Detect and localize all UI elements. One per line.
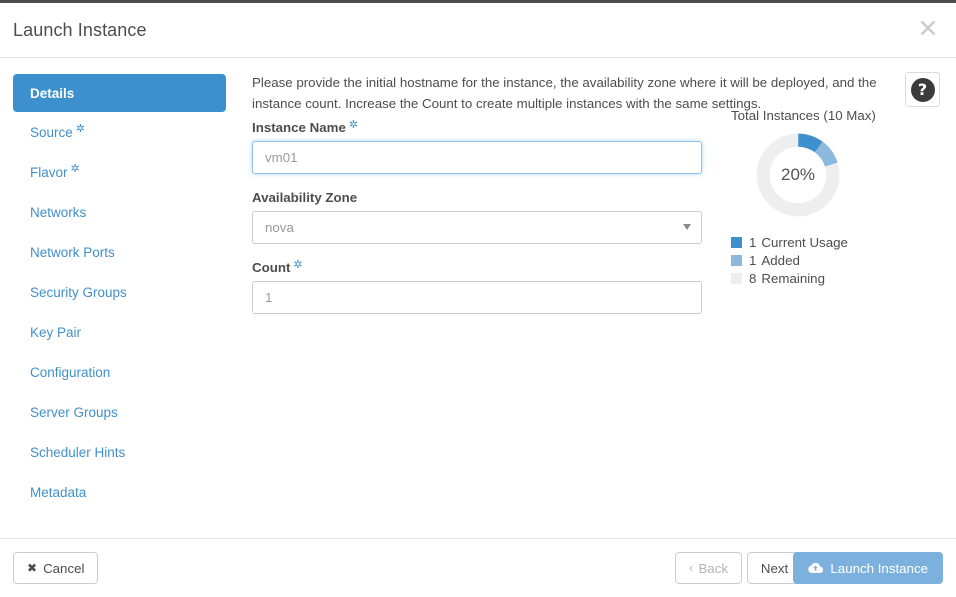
legend-swatch-icon xyxy=(731,237,742,248)
count-group: Count✲ xyxy=(252,260,704,314)
availability-zone-select-wrap xyxy=(252,211,702,244)
sidebar-item-label: Scheduler Hints xyxy=(30,445,125,460)
sidebar-item-label: Metadata xyxy=(30,485,86,500)
wizard-sidebar: Details Source ✲ Flavor ✲ Networks Netwo… xyxy=(0,58,240,512)
sidebar-item-metadata[interactable]: Metadata xyxy=(13,472,226,512)
required-asterisk-icon: ✲ xyxy=(293,258,302,271)
required-asterisk-icon: ✲ xyxy=(76,122,85,135)
count-label: Count✲ xyxy=(252,260,704,275)
instance-name-label: Instance Name✲ xyxy=(252,120,704,135)
sidebar-item-key-pair[interactable]: Key Pair xyxy=(13,312,226,352)
sidebar-item-label: Security Groups xyxy=(30,285,127,300)
close-icon[interactable]: ✕ xyxy=(914,15,942,43)
donut-legend: 1 Current Usage 1 Added 8 Remaining xyxy=(731,233,950,287)
modal-body: Details Source ✲ Flavor ✲ Networks Netwo… xyxy=(0,58,956,540)
sidebar-item-label: Details xyxy=(30,86,74,101)
close-x-icon: ✖ xyxy=(27,561,37,575)
sidebar-item-security-groups[interactable]: Security Groups xyxy=(13,272,226,312)
help-question-icon: ? xyxy=(911,78,935,102)
total-instances-donut-chart: 20% xyxy=(752,129,912,221)
required-asterisk-icon: ✲ xyxy=(349,118,358,131)
details-form: Instance Name✲ Availability Zone Co xyxy=(252,120,704,330)
label-text: Instance Name xyxy=(252,120,346,135)
legend-item-remaining: 8 Remaining xyxy=(731,269,950,287)
sidebar-item-network-ports[interactable]: Network Ports xyxy=(13,232,226,272)
sidebar-item-configuration[interactable]: Configuration xyxy=(13,352,226,392)
cancel-button[interactable]: ✖ Cancel xyxy=(13,552,98,584)
legend-label: Added xyxy=(761,253,799,268)
back-button[interactable]: ‹ Back xyxy=(675,552,742,584)
launch-instance-modal: Launch Instance ✕ Details Source ✲ Flavo… xyxy=(0,0,956,597)
button-label: Launch Instance xyxy=(830,561,928,576)
availability-zone-select[interactable] xyxy=(252,211,702,244)
launch-instance-button[interactable]: Launch Instance xyxy=(793,552,943,584)
sidebar-item-details[interactable]: Details xyxy=(13,74,226,112)
page-title: Launch Instance xyxy=(13,20,147,41)
availability-zone-label: Availability Zone xyxy=(252,190,704,205)
count-input[interactable] xyxy=(252,281,702,314)
legend-value: 8 xyxy=(749,271,756,286)
required-asterisk-icon: ✲ xyxy=(71,162,80,175)
legend-swatch-icon xyxy=(731,273,742,284)
label-text: Count xyxy=(252,260,290,275)
legend-label: Remaining xyxy=(761,271,825,286)
sidebar-item-source[interactable]: Source ✲ xyxy=(13,112,226,152)
sidebar-item-label: Flavor xyxy=(30,165,68,180)
cloud-upload-icon xyxy=(808,562,823,574)
sidebar-item-server-groups[interactable]: Server Groups xyxy=(13,392,226,432)
button-label: Cancel xyxy=(43,561,84,576)
sidebar-item-scheduler-hints[interactable]: Scheduler Hints xyxy=(13,432,226,472)
wizard-main-panel: Please provide the initial hostname for … xyxy=(250,58,956,128)
sidebar-item-flavor[interactable]: Flavor ✲ xyxy=(13,152,226,192)
label-text: Availability Zone xyxy=(252,190,357,205)
donut-center-label: 20% xyxy=(752,129,844,221)
availability-zone-group: Availability Zone xyxy=(252,190,704,244)
quota-title: Total Instances (10 Max) xyxy=(731,108,950,123)
help-button[interactable]: ? xyxy=(905,72,940,107)
chevron-left-icon: ‹ xyxy=(689,561,694,575)
legend-item-added: 1 Added xyxy=(731,251,950,269)
sidebar-item-label: Configuration xyxy=(30,365,110,380)
sidebar-item-label: Server Groups xyxy=(30,405,118,420)
instance-name-input[interactable] xyxy=(252,141,702,174)
sidebar-item-label: Networks xyxy=(30,205,86,220)
button-label: Next xyxy=(761,561,788,576)
legend-item-current-usage: 1 Current Usage xyxy=(731,233,950,251)
sidebar-item-label: Network Ports xyxy=(30,245,115,260)
legend-label: Current Usage xyxy=(761,235,847,250)
instance-name-group: Instance Name✲ xyxy=(252,120,704,174)
legend-value: 1 xyxy=(749,253,756,268)
quota-panel: Total Instances (10 Max) 20% 1 Current U… xyxy=(730,108,950,287)
legend-value: 1 xyxy=(749,235,756,250)
sidebar-item-label: Key Pair xyxy=(30,325,81,340)
legend-swatch-icon xyxy=(731,255,742,266)
button-label: Back xyxy=(698,561,728,576)
modal-footer: ✖ Cancel ‹ Back Next › Launch Instance xyxy=(0,538,956,597)
sidebar-item-label: Source xyxy=(30,125,73,140)
modal-header: Launch Instance ✕ xyxy=(0,3,956,58)
sidebar-item-networks[interactable]: Networks xyxy=(13,192,226,232)
